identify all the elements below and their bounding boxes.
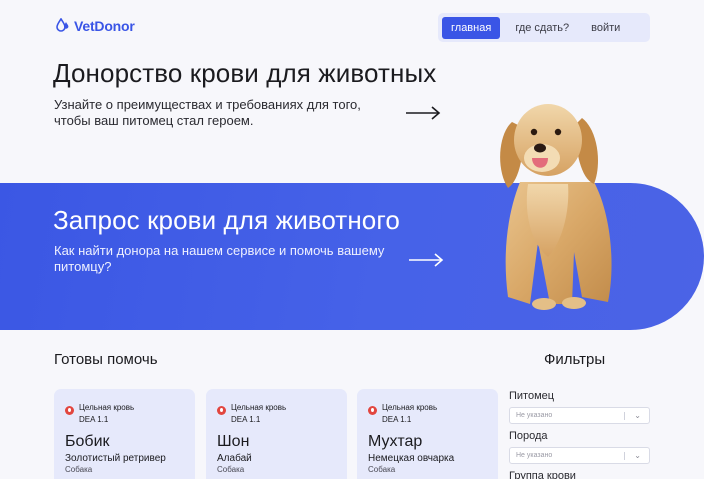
dea-type: DEA 1.1 <box>79 415 109 424</box>
blood-type: Цельная кровь <box>231 403 287 412</box>
filter-breed-label: Порода <box>509 430 548 442</box>
pet-species: Собака <box>217 465 245 474</box>
pet-breed: Золотистый ретривер <box>65 453 166 464</box>
filters-title: Фильтры <box>544 351 606 368</box>
chevron-down-icon: ⌄ <box>634 451 641 460</box>
ready-section-title: Готовы помочь <box>54 351 158 368</box>
pet-name: Мухтар <box>368 433 423 450</box>
filter-blood-group-label: Группа крови <box>509 470 576 479</box>
nav-home[interactable]: главная <box>442 16 501 39</box>
filter-breed-value: Не указано <box>516 452 553 459</box>
blood-drop-icon <box>217 406 226 415</box>
pet-name: Шон <box>217 433 250 450</box>
dea-type: DEA 1.1 <box>382 415 412 424</box>
pet-name: Бобик <box>65 433 110 450</box>
blood-info: Цельная кровь DEA 1.1 <box>217 402 286 426</box>
golden-retriever-image <box>500 104 612 310</box>
logo[interactable]: VetDonor <box>55 18 135 34</box>
blood-type: Цельная кровь <box>382 403 438 412</box>
donor-card[interactable]: Цельная кровь DEA 1.1 Шон Алабай Собака <box>206 389 347 479</box>
blood-info: Цельная кровь DEA 1.1 <box>368 402 437 426</box>
donor-card[interactable]: Цельная кровь DEA 1.1 Бобик Золотистый р… <box>54 389 195 479</box>
arrow-right-icon[interactable] <box>405 106 441 120</box>
banner-subtitle: Как найти донора на нашем сервисе и помо… <box>54 243 385 274</box>
main-nav: главная где сдать? войти <box>438 13 650 42</box>
filter-breed-select[interactable]: Не указано ⌄ <box>509 447 650 464</box>
select-divider <box>624 412 625 420</box>
arrow-right-icon[interactable] <box>408 253 444 267</box>
hero-subtitle: Узнайте о преимуществах и требованиях дл… <box>54 97 361 128</box>
filter-pet-select[interactable]: Не указано ⌄ <box>509 407 650 424</box>
blood-drop-icon <box>65 406 74 415</box>
pet-species: Собака <box>368 465 396 474</box>
filter-pet-label: Питомец <box>509 390 555 402</box>
logo-text: VetDonor <box>74 18 135 34</box>
dea-type: DEA 1.1 <box>231 415 261 424</box>
hero-title: Донорство крови для животных <box>53 58 437 88</box>
blood-drop-icon <box>368 406 377 415</box>
chevron-down-icon: ⌄ <box>634 411 641 420</box>
pet-breed: Немецкая овчарка <box>368 453 455 464</box>
blood-type: Цельная кровь <box>79 403 135 412</box>
nav-login[interactable]: войти <box>582 17 629 39</box>
donor-card[interactable]: Цельная кровь DEA 1.1 Мухтар Немецкая ов… <box>357 389 498 479</box>
banner-title: Запрос крови для животного <box>53 205 400 235</box>
pet-species: Собака <box>65 465 93 474</box>
filter-pet-value: Не указано <box>516 412 553 419</box>
blood-info: Цельная кровь DEA 1.1 <box>65 402 134 426</box>
pet-breed: Алабай <box>217 453 252 464</box>
select-divider <box>624 452 625 460</box>
paw-drop-icon <box>56 18 69 32</box>
nav-where-donate[interactable]: где сдать? <box>506 17 578 39</box>
